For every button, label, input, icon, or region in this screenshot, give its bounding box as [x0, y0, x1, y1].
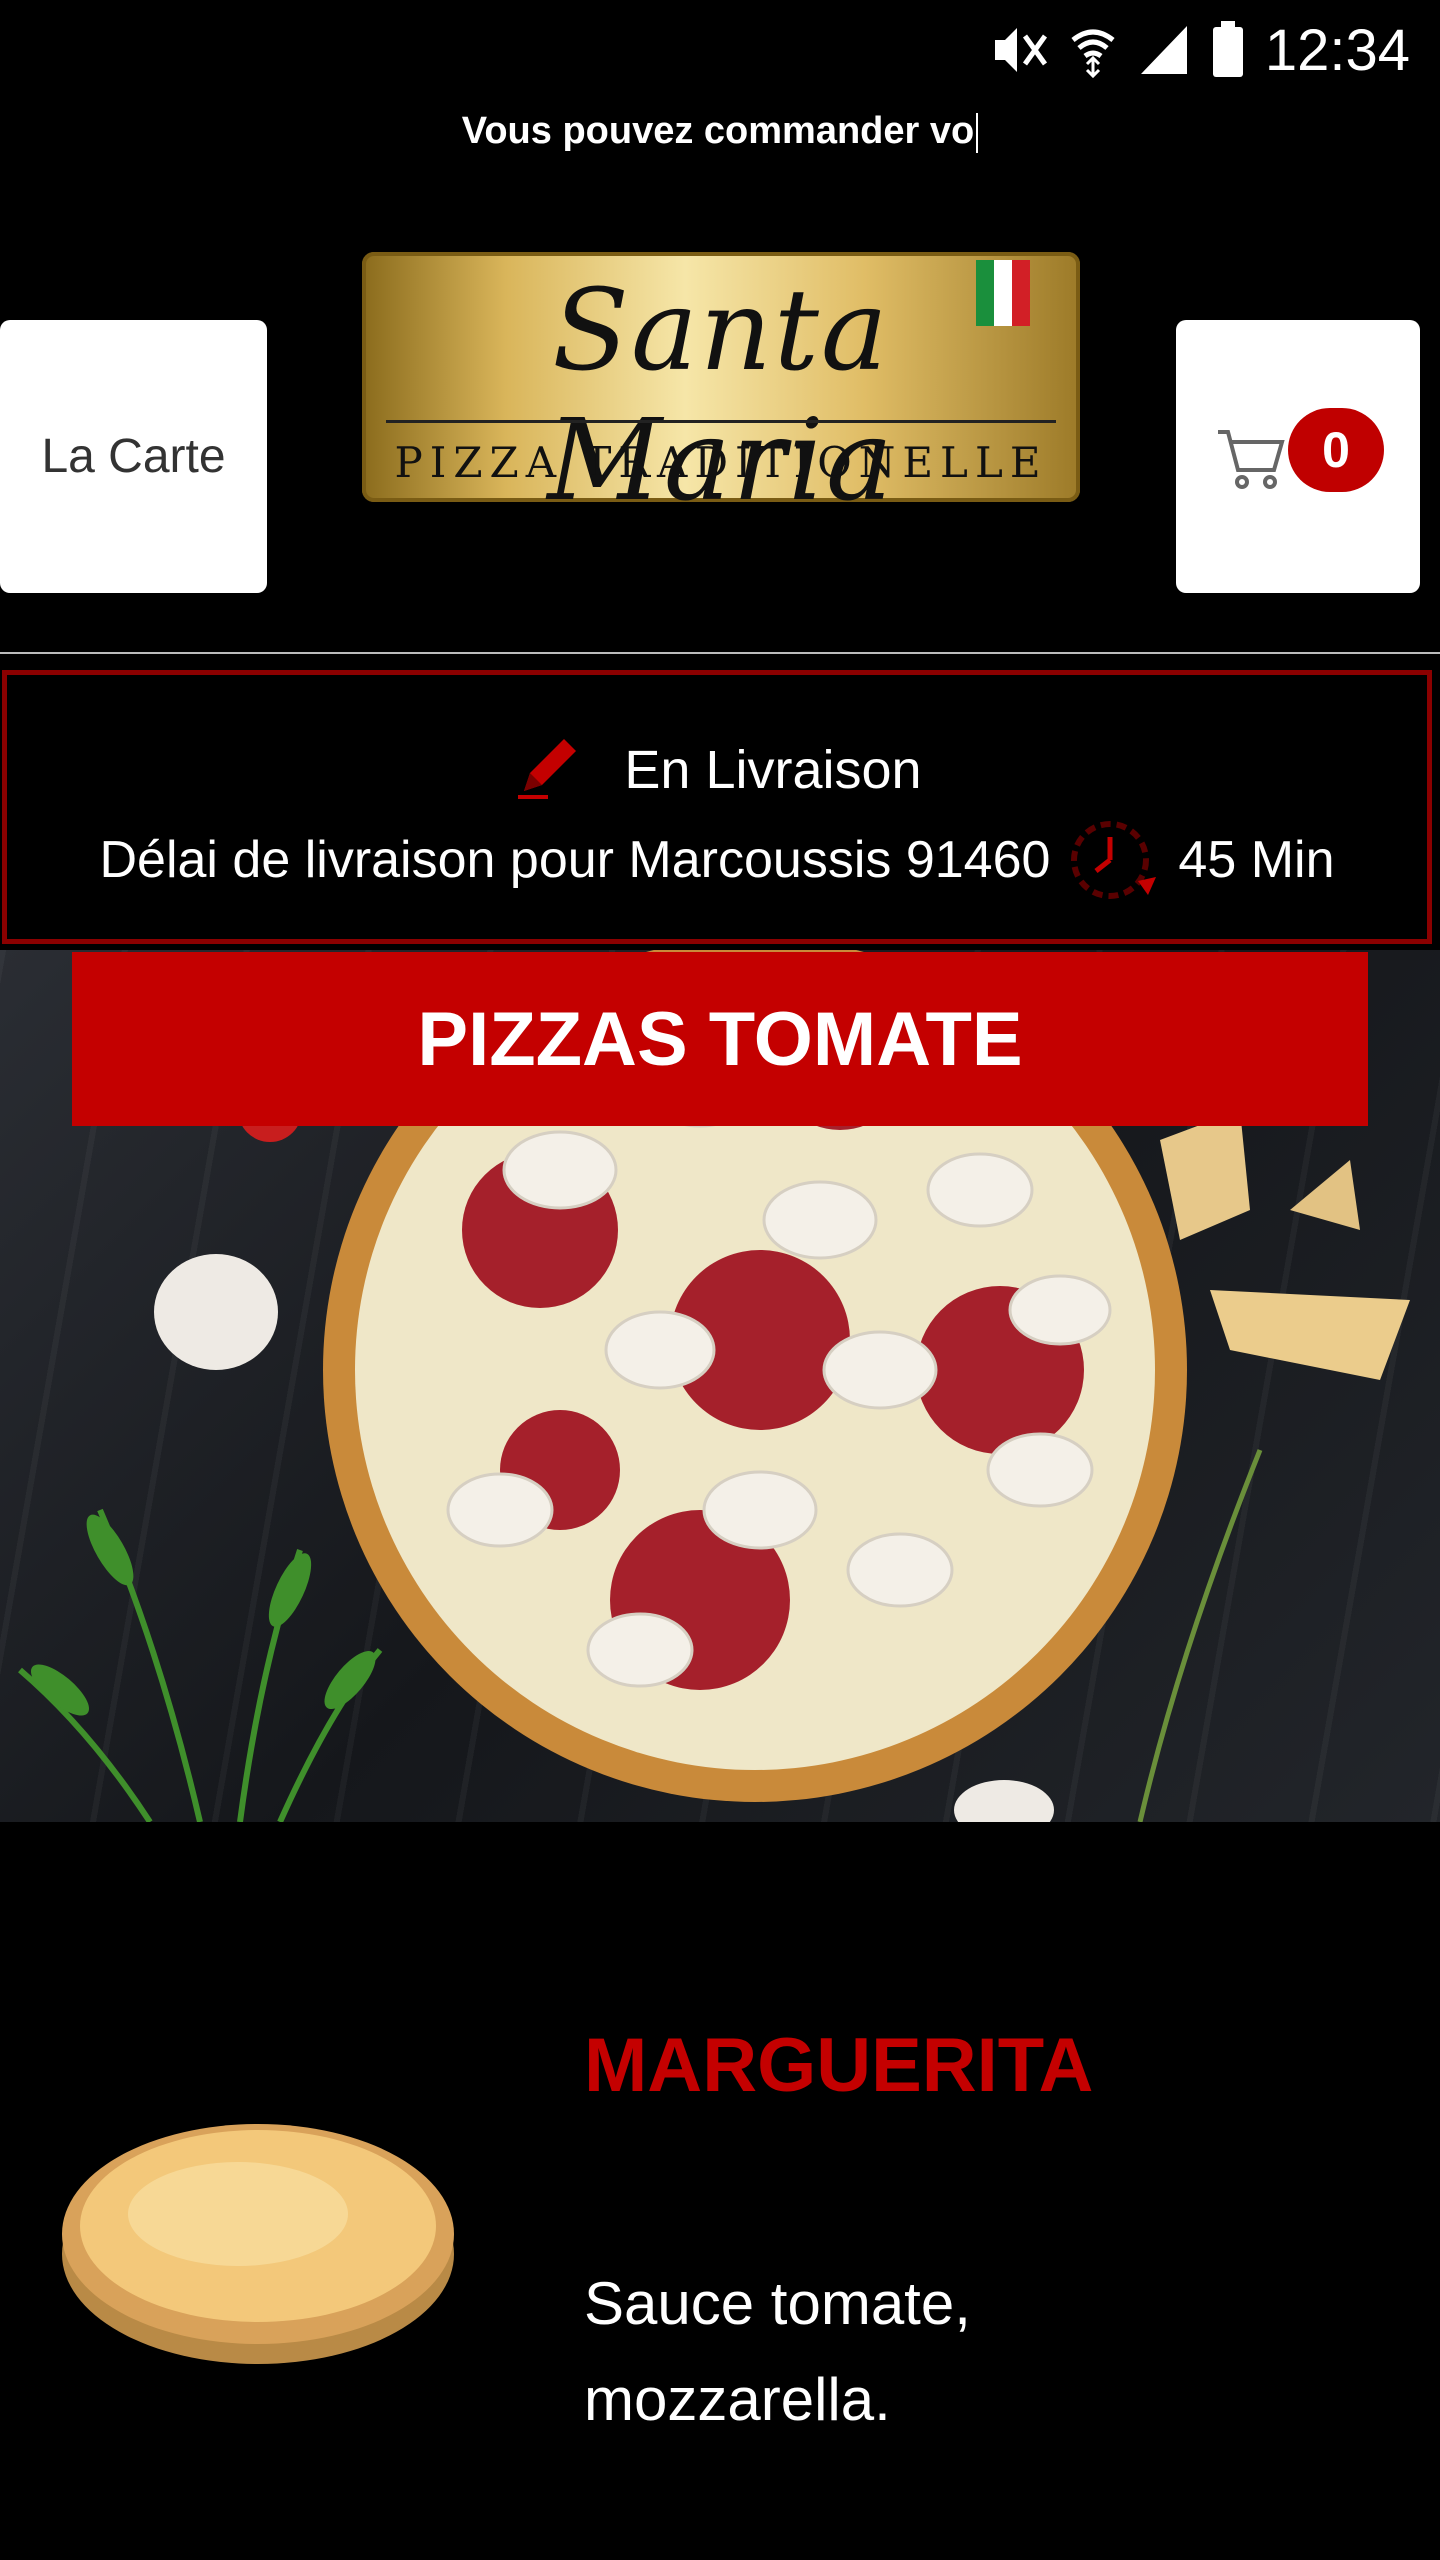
ticker-caret — [976, 112, 979, 153]
cart-button[interactable]: 0 — [1176, 320, 1420, 593]
battery-icon — [1212, 21, 1243, 77]
clock-timer-icon — [1071, 821, 1157, 899]
delivery-info-box[interactable]: En Livraison Délai de livraison pour Mar… — [2, 670, 1432, 944]
marquee-ticker: Vous pouvez commander vo — [0, 110, 1440, 153]
status-icons: 12:34 — [989, 14, 1410, 86]
status-time: 12:34 — [1264, 17, 1410, 83]
header-divider — [0, 652, 1440, 654]
status-bar: 12:34 — [0, 0, 1440, 100]
signal-icon — [1140, 26, 1187, 74]
pencil-icon[interactable] — [512, 731, 584, 816]
category-banner: PIZZAS TOMATE — [0, 950, 1440, 1822]
marguerita-pizza-image — [62, 2124, 454, 2364]
cart-count-badge: 0 — [1288, 408, 1384, 492]
product-name[interactable]: MARGUERITA — [584, 2022, 1093, 2109]
mute-vibrate-icon — [994, 28, 1047, 72]
ticker-text: Vous pouvez commander vo — [461, 110, 975, 152]
product-description: Sauce tomate, mozzarella. — [584, 2270, 971, 2433]
logo-script-text: Santa Maria — [547, 266, 895, 526]
la-carte-label: La Carte — [41, 430, 226, 483]
logo-divider — [386, 420, 1056, 423]
santa-maria-logo[interactable]: Santa Maria PIZZA TRADITIONELLE — [362, 252, 1080, 526]
wifi-icon — [1071, 29, 1115, 78]
logo-subtitle: PIZZA TRADITIONELLE — [394, 438, 1048, 487]
delivery-mode-row[interactable]: En Livraison — [7, 731, 1427, 816]
product-item[interactable]: MARGUERITA Sauce tomate, mozzarella. — [0, 1822, 1440, 2560]
shopping-cart-icon — [1218, 430, 1285, 489]
category-title: PIZZAS TOMATE — [72, 952, 1368, 1126]
delivery-delay-text: Délai de livraison pour Marcoussis 91460 — [99, 831, 1051, 889]
delivery-delay-value: 45 Min — [1178, 831, 1335, 889]
delivery-mode-label: En Livraison — [624, 739, 922, 800]
la-carte-button[interactable]: La Carte — [0, 320, 267, 593]
delivery-delay-row: Délai de livraison pour Marcoussis 91460… — [7, 815, 1427, 905]
